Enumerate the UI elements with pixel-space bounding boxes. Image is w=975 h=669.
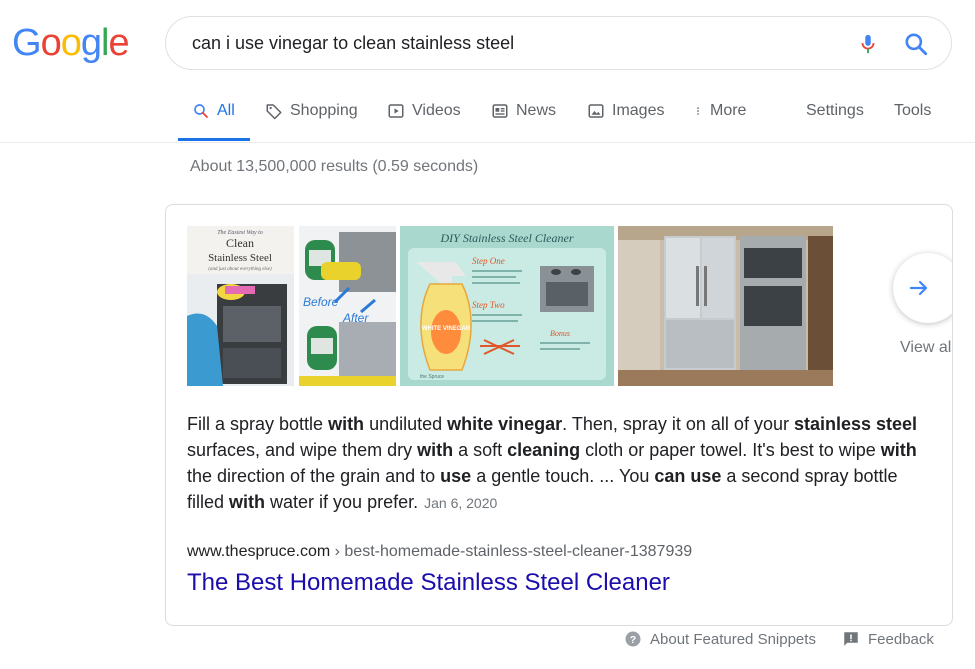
cite-path: › best-homemade-stainless-steel-cleaner-… xyxy=(330,543,693,560)
about-label: About Featured Snippets xyxy=(650,630,816,648)
tab-label: Tools xyxy=(894,102,932,119)
help-icon: ? xyxy=(625,631,641,647)
snippet-image-2[interactable]: Before After xyxy=(299,226,396,386)
snippet-bold-term: white vinegar xyxy=(447,414,563,434)
image-caption: Stainless Steel xyxy=(208,252,272,264)
next-images-button[interactable] xyxy=(893,253,952,323)
arrow-right-icon xyxy=(909,280,928,296)
tab-images[interactable]: Images xyxy=(587,102,664,120)
image-caption: WHITE VINEGAR xyxy=(422,326,471,332)
svg-text:?: ? xyxy=(630,634,636,646)
microphone-icon[interactable] xyxy=(857,31,879,57)
tab-more[interactable]: More xyxy=(693,102,746,120)
snippet-bold-term: cleaning xyxy=(507,440,581,460)
tab-label: Settings xyxy=(806,102,864,119)
snippet-bold-term: stainless steel xyxy=(793,414,918,434)
tab-all[interactable]: All xyxy=(192,102,235,120)
cite-domain: www.thespruce.com xyxy=(187,543,331,560)
search-box[interactable]: can i use vinegar to clean stainless ste… xyxy=(165,16,952,70)
result-stats: About 13,500,000 results (0.59 seconds) xyxy=(190,158,479,175)
snippet-bold-term: with xyxy=(880,440,917,460)
search-icon[interactable] xyxy=(903,31,929,57)
image-caption: Step One xyxy=(472,256,505,266)
image-icon xyxy=(588,104,604,118)
snippet-image-1[interactable]: The Easiest Way to Clean Stainless Steel… xyxy=(187,226,294,386)
snippet-bold-term: can use xyxy=(654,466,722,486)
result-url[interactable]: www.thespruce.com › best-homemade-stainl… xyxy=(187,543,692,561)
snippet-bold-term: with xyxy=(229,492,266,512)
play-icon xyxy=(388,104,404,118)
tab-label: Shopping xyxy=(290,102,358,119)
snippet-text-run: Fill a spray bottle xyxy=(187,414,329,434)
tab-label: All xyxy=(217,102,235,119)
snippet-bold-term: with xyxy=(328,414,365,434)
image-caption: Bonus xyxy=(550,329,570,338)
image-caption: Before xyxy=(303,295,339,309)
snippet-text-run: a soft xyxy=(453,440,508,460)
search-icon xyxy=(194,104,208,118)
snippet-text-run: water if you prefer. xyxy=(265,492,419,512)
tab-tools[interactable]: Tools xyxy=(894,102,931,120)
image-caption: DIY Stainless Steel Cleaner xyxy=(440,231,574,245)
search-tabs: All Shopping Videos News Images More Set… xyxy=(0,92,975,143)
search-input[interactable]: can i use vinegar to clean stainless ste… xyxy=(192,33,514,54)
google-logo[interactable]: Google xyxy=(12,22,130,65)
snippet-text-run: undiluted xyxy=(364,414,448,434)
tab-label: Images xyxy=(612,102,665,119)
snippet-image-4[interactable] xyxy=(618,226,833,386)
feedback-icon xyxy=(844,632,858,646)
image-caption: Clean xyxy=(226,236,254,250)
tab-videos[interactable]: Videos xyxy=(387,102,461,120)
result-title-link[interactable]: The Best Homemade Stainless Steel Cleane… xyxy=(187,569,670,597)
active-tab-indicator xyxy=(178,138,250,141)
snippet-text-run: . Then, spray it on all of your xyxy=(562,414,794,434)
image-caption: After xyxy=(342,311,369,325)
tab-news[interactable]: News xyxy=(491,102,556,120)
more-vert-icon xyxy=(697,107,699,115)
view-all-link[interactable]: View all xyxy=(900,339,952,357)
snippet-bold-term: with xyxy=(417,440,454,460)
tab-shopping[interactable]: Shopping xyxy=(265,102,358,120)
tab-settings[interactable]: Settings xyxy=(806,102,864,120)
image-caption: (and just about everything else) xyxy=(208,267,272,272)
snippet-text: Fill a spray bottle with undiluted white… xyxy=(187,411,927,516)
featured-snippet-card: The Easiest Way to Clean Stainless Steel… xyxy=(165,204,953,626)
tab-label: More xyxy=(710,102,747,119)
tab-label: Videos xyxy=(412,102,461,119)
image-caption: Step Two xyxy=(472,300,505,310)
snippet-bold-term: use xyxy=(440,466,472,486)
tag-icon xyxy=(266,104,282,120)
about-featured-snippets-link[interactable]: ? About Featured Snippets xyxy=(624,630,816,648)
snippet-image-3[interactable]: DIY Stainless Steel Cleaner WHITE VINEGA… xyxy=(400,226,614,386)
news-icon xyxy=(492,104,508,118)
snippet-text-run: the direction of the grain and to xyxy=(187,466,441,486)
snippet-text-run: a gentle touch. ... You xyxy=(471,466,655,486)
snippet-text-run: surfaces, and wipe them dry xyxy=(187,440,418,460)
snippet-date: Jan 6, 2020 xyxy=(424,495,498,511)
snippet-text-run: cloth or paper towel. It's best to wipe xyxy=(580,440,881,460)
image-caption: the Spruce xyxy=(420,374,444,380)
feedback-label: Feedback xyxy=(868,630,934,648)
feedback-link[interactable]: Feedback xyxy=(842,630,934,648)
tab-label: News xyxy=(516,102,557,119)
